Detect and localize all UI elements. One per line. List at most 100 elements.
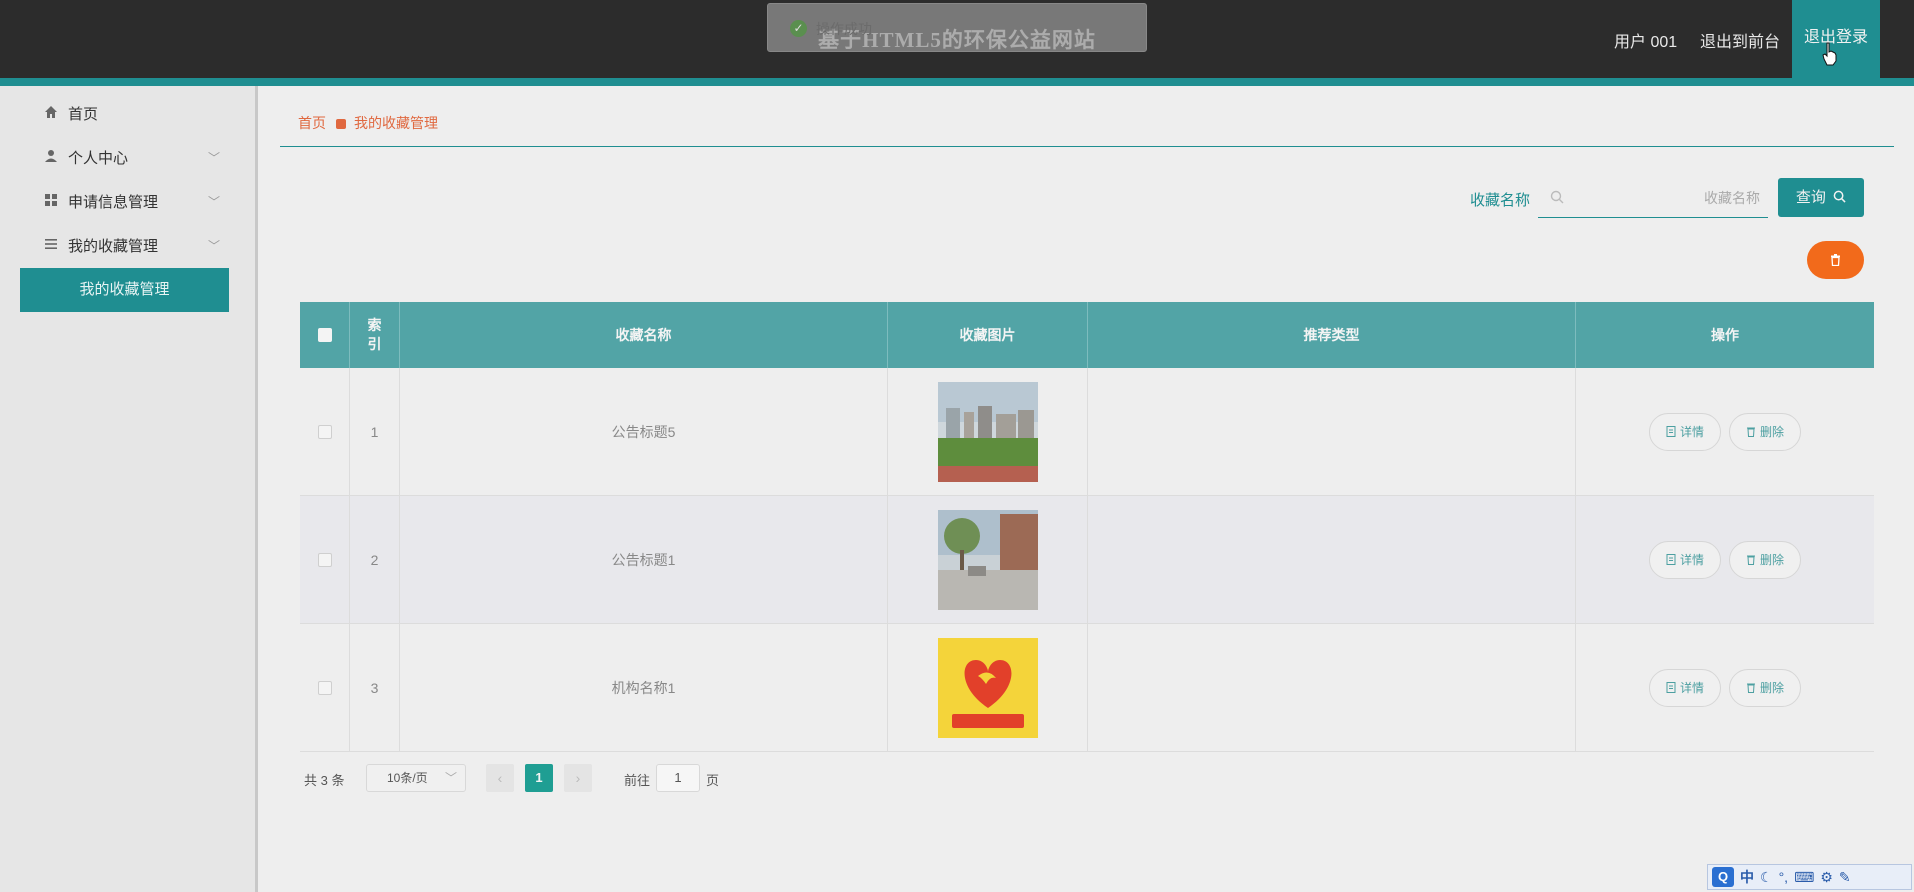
delete-button[interactable]: 删除 (1729, 540, 1801, 579)
chevron-down-icon: ﹀ (208, 151, 221, 165)
sidebar-subitem-my-favorites[interactable]: 我的收藏管理 (20, 268, 229, 312)
table-row: 3 机构名称1 详情 删除 (300, 624, 1874, 752)
prev-page-button[interactable]: ‹ (486, 764, 514, 792)
punctuation-icon[interactable]: °, (1779, 869, 1789, 885)
ime-language-toggle[interactable]: 中 (1740, 867, 1754, 887)
sidebar-item-home[interactable]: 首页 (0, 93, 240, 133)
trash-icon (1746, 555, 1755, 565)
page-size-select[interactable]: 10条/页 ﹀ (366, 764, 466, 792)
breadcrumb: 首页 我的收藏管理 (298, 113, 438, 133)
row-type (1088, 368, 1576, 495)
sidebar-item-personal-center[interactable]: 个人中心 ﹀ (0, 137, 240, 177)
back-to-front-link[interactable]: 退出到前台 (1700, 28, 1780, 52)
delete-button[interactable]: 删除 (1729, 412, 1801, 451)
header-select-all[interactable] (300, 302, 350, 368)
delete-button[interactable]: 删除 (1729, 668, 1801, 707)
sidebar: 首页 个人中心 ﹀ 申请信息管理 ﹀ 我的收藏管理 ﹀ 我的收藏管理 (0, 86, 258, 892)
success-toast: ✓ 操作成功 (767, 3, 1147, 52)
moon-icon[interactable]: ☾ (1760, 869, 1773, 886)
row-name: 公告标题5 (400, 368, 888, 495)
detail-button[interactable]: 详情 (1649, 668, 1721, 707)
header-accent-line (0, 78, 1914, 86)
delete-label: 删除 (1759, 681, 1784, 695)
next-page-button[interactable]: › (564, 764, 592, 792)
select-all-checkbox[interactable] (317, 328, 332, 342)
header-type: 推荐类型 (1088, 302, 1576, 368)
document-icon (1666, 682, 1676, 693)
document-icon (1666, 426, 1676, 437)
row-type (1088, 624, 1576, 751)
breadcrumb-current: 我的收藏管理 (354, 115, 438, 131)
list-icon (45, 239, 57, 249)
detail-label: 详情 (1679, 553, 1704, 567)
document-icon (1666, 554, 1676, 565)
ime-toolbar: Q 中 ☾ °, ⌨ ⚙ ✎ (1707, 864, 1912, 890)
plaza-photo (937, 509, 1038, 610)
sidebar-item-label: 我的收藏管理 (68, 238, 159, 255)
row-index: 2 (350, 496, 400, 623)
home-icon (45, 106, 57, 118)
search-icon (1833, 190, 1846, 203)
table-row: 1 公告标题5 详情 删除 (300, 368, 1874, 496)
row-checkbox[interactable] (317, 424, 332, 439)
chevron-down-icon: ﹀ (208, 239, 221, 253)
detail-button[interactable]: 详情 (1649, 540, 1721, 579)
row-index: 1 (350, 368, 400, 495)
top-header: 基于HTML5的环保公益网站 ✓ 操作成功 用户 001 退出到前台 退出登录 (0, 0, 1914, 78)
chevron-down-icon: ﹀ (208, 195, 221, 209)
batch-delete-button[interactable] (1807, 241, 1864, 279)
detail-label: 详情 (1679, 681, 1704, 695)
wrench-icon[interactable]: ✎ (1839, 869, 1851, 886)
delete-label: 删除 (1759, 425, 1784, 439)
page-number-button[interactable]: 1 (525, 764, 553, 792)
row-checkbox[interactable] (317, 680, 332, 695)
keyboard-icon[interactable]: ⌨ (1794, 869, 1814, 886)
trash-icon (1746, 683, 1755, 693)
goto-page-input[interactable]: 1 (656, 764, 700, 792)
pagination-total: 共 3 条 (304, 773, 345, 788)
table-row: 2 公告标题1 详情 删除 (300, 496, 1874, 624)
hand-cursor-icon (1822, 42, 1837, 66)
chevron-down-icon: ﹀ (444, 771, 457, 785)
tool-icon[interactable]: ⚙ (1820, 869, 1833, 886)
sidebar-item-application-management[interactable]: 申请信息管理 ﹀ (0, 181, 240, 221)
detail-label: 详情 (1679, 425, 1704, 439)
row-name: 公告标题1 (400, 496, 888, 623)
check-circle-icon: ✓ (790, 20, 807, 37)
sidebar-item-favorites-management[interactable]: 我的收藏管理 ﹀ (0, 225, 240, 265)
row-checkbox[interactable] (317, 552, 332, 567)
header-index: 索引 (350, 302, 400, 368)
row-type (1088, 496, 1576, 623)
campus-photo (937, 381, 1038, 482)
breadcrumb-divider (280, 146, 1894, 147)
breadcrumb-home-link[interactable]: 首页 (298, 115, 326, 131)
header-image: 收藏图片 (888, 302, 1088, 368)
search-input[interactable] (1574, 186, 1760, 210)
trash-icon (1746, 427, 1755, 437)
sidebar-item-label: 个人中心 (68, 150, 129, 167)
table-header: 索引 收藏名称 收藏图片 推荐类型 操作 (300, 302, 1874, 368)
query-button[interactable]: 查询 (1778, 178, 1864, 217)
goto-label: 前往 (624, 773, 651, 788)
ime-logo-icon[interactable]: Q (1712, 867, 1734, 887)
toast-message: 操作成功 (816, 21, 872, 37)
row-index: 3 (350, 624, 400, 751)
search-icon (1550, 190, 1564, 204)
row-name: 机构名称1 (400, 624, 888, 751)
user-icon (45, 150, 57, 162)
page-size-value: 10条/页 (387, 771, 428, 785)
header-actions: 操作 (1711, 327, 1739, 343)
search-field[interactable] (1538, 178, 1768, 218)
sunshine-volunteer-logo (937, 637, 1038, 738)
breadcrumb-separator-icon (336, 119, 346, 129)
sidebar-item-label: 首页 (68, 106, 99, 123)
logout-button[interactable]: 退出登录 (1792, 0, 1880, 78)
query-button-label: 查询 (1795, 189, 1826, 206)
page-suffix: 页 (706, 773, 720, 788)
grid-icon (45, 194, 57, 206)
sidebar-item-label: 申请信息管理 (68, 194, 159, 211)
detail-button[interactable]: 详情 (1649, 412, 1721, 451)
trash-icon (1831, 254, 1840, 266)
search-label: 收藏名称 (1470, 192, 1531, 209)
delete-label: 删除 (1759, 553, 1784, 567)
